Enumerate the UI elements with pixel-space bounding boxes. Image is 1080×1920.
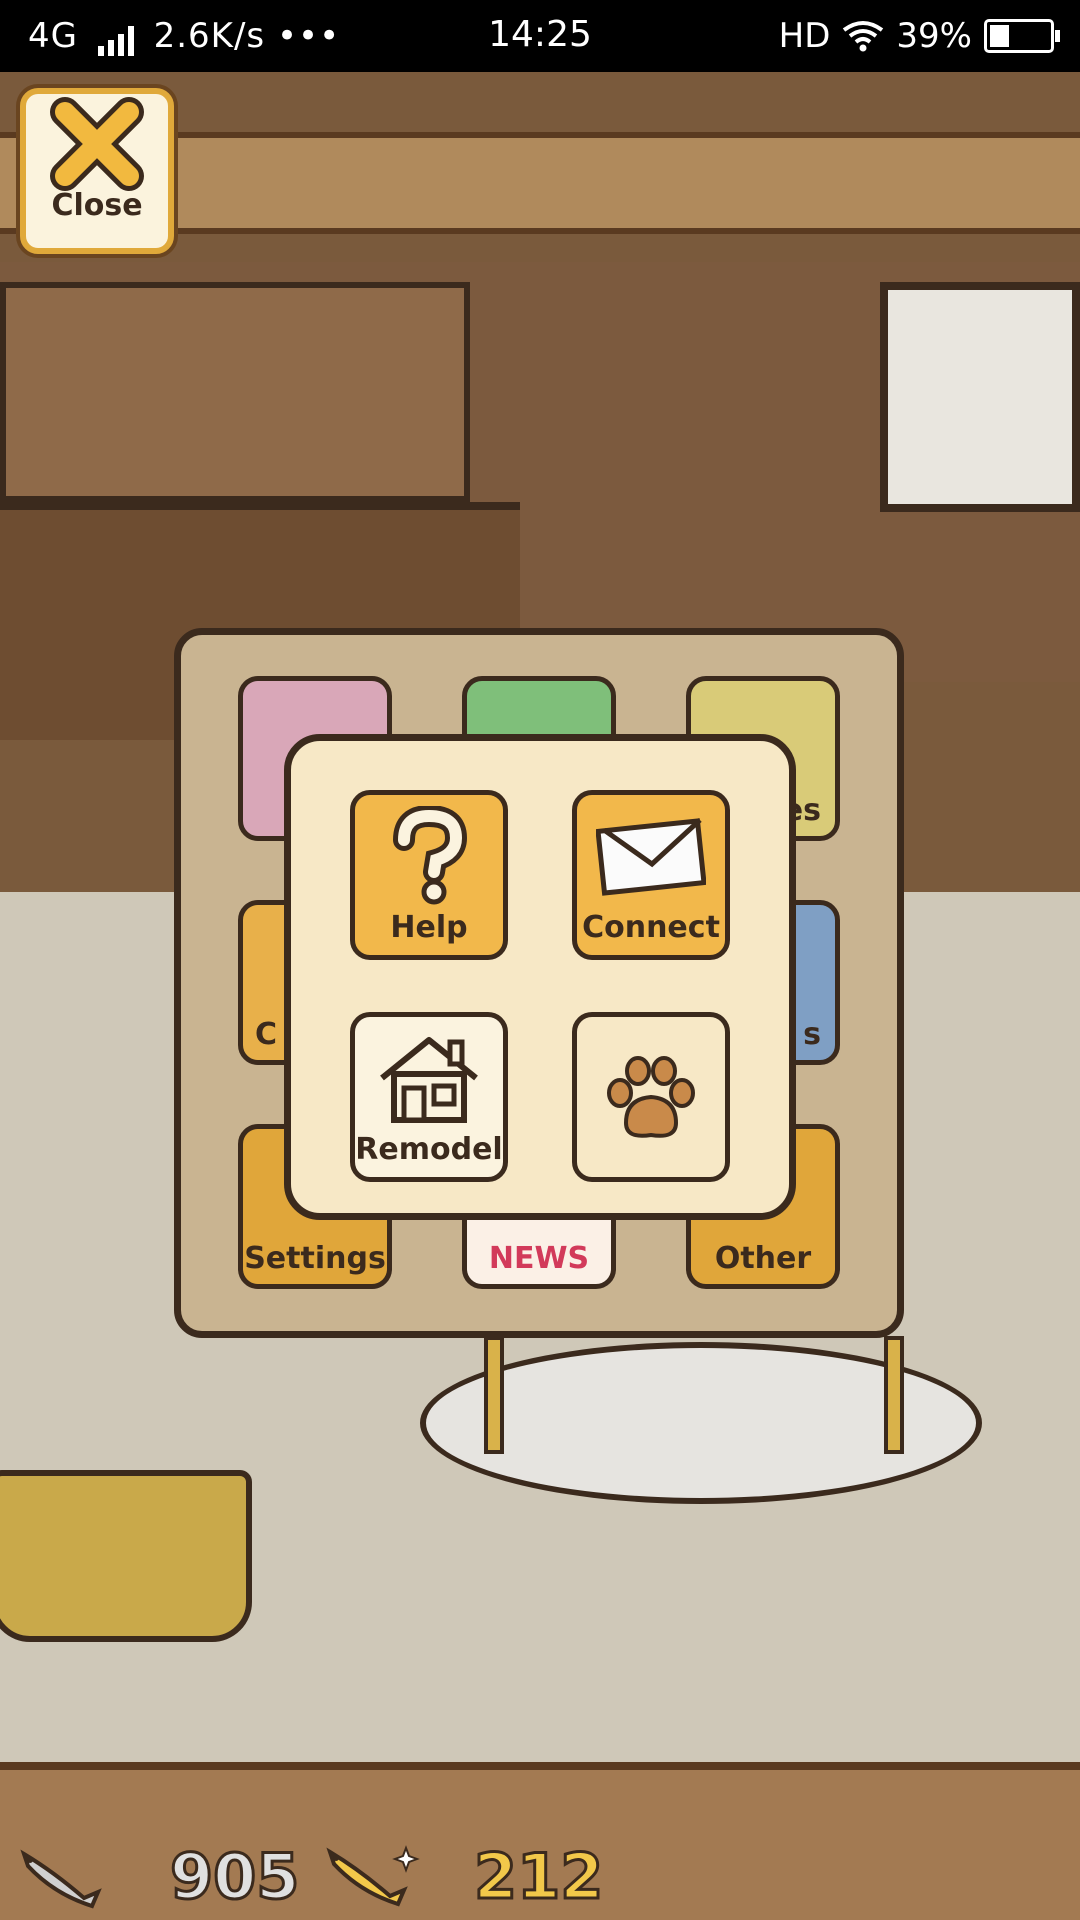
gold-fish-count: 212 [472,1839,604,1915]
help-label: Help [390,909,468,945]
help-button[interactable]: Help [350,790,508,960]
cupboard [0,282,470,502]
board-leg-left [484,1336,504,1454]
gold-fish-icon [326,1845,420,1907]
envelope-icon [596,806,706,906]
house-icon [374,1028,484,1128]
help-icon [384,805,474,906]
remodel-button[interactable]: Remodel [350,1012,508,1182]
remodel-label: Remodel [355,1131,503,1167]
connect-button[interactable]: Connect [572,790,730,960]
wifi-icon [843,21,884,52]
silver-fish-icon [20,1849,102,1909]
connect-label: Connect [582,909,720,945]
battery-icon [984,19,1060,53]
close-button[interactable]: Close [20,88,174,254]
lamp-shade [0,1470,252,1642]
hd-badge: HD [778,16,831,56]
currency-hud: 905 212 [0,1836,1080,1920]
battery-percent: 39% [896,16,972,56]
silver-fish-count: 905 [168,1839,300,1915]
paw-icon [596,1047,706,1147]
close-icon [50,97,144,191]
paw-button[interactable] [572,1012,730,1182]
board-leg-right [884,1336,904,1454]
status-right: HD 39% [778,16,1060,56]
close-label: Close [51,188,143,223]
window [880,282,1080,512]
status-bar: 4G 2.6K/s ••• 14:25 HD 39% [0,0,1080,72]
